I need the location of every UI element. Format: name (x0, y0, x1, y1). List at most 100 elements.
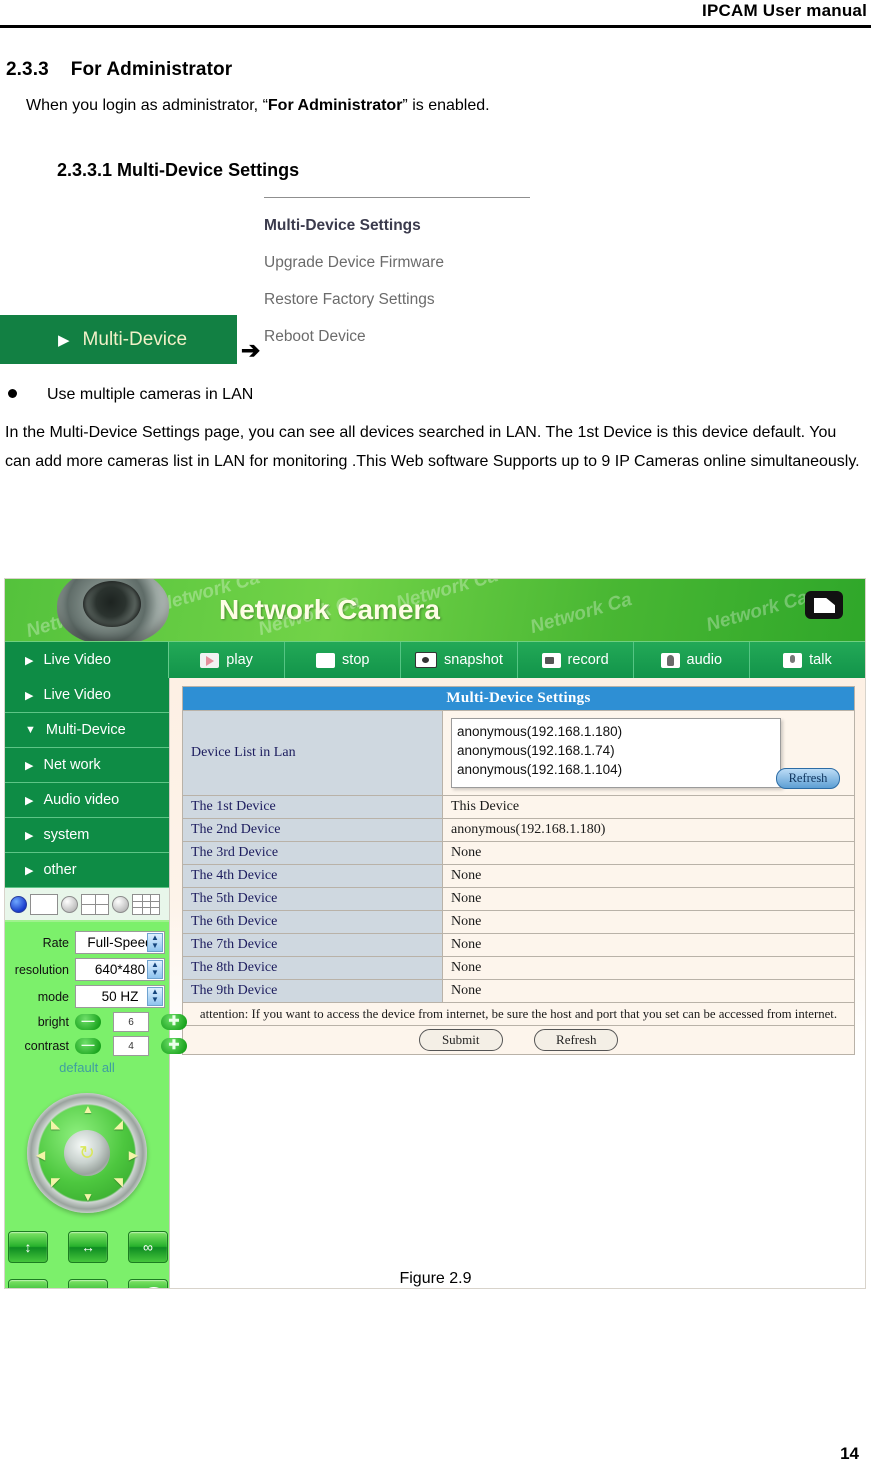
lan-list-item[interactable]: anonymous(192.168.1.180) (457, 722, 775, 741)
mode-select[interactable]: 50 HZ ▲ ▼ (75, 985, 165, 1008)
sidebar-item-label: Live Video (43, 687, 111, 703)
device-row-label: The 1st Device (182, 795, 443, 819)
menu-item-reboot-device[interactable]: Reboot Device (264, 318, 532, 355)
loop-patrol-icon[interactable]: ∞ (128, 1231, 168, 1263)
audio-label: audio (686, 652, 723, 668)
sidebar-item-live-video[interactable]: ▶ Live Video (5, 678, 169, 713)
table-row[interactable]: The 3rd Device None (182, 841, 855, 865)
device-list-label: Device List in Lan (182, 710, 443, 796)
sidebar-item-multi-device[interactable]: ▼ Multi-Device (5, 713, 169, 748)
section-title: For Administrator (70, 59, 233, 80)
device-row-label: The 9th Device (182, 979, 443, 1003)
watermark-text: Network Ca (703, 587, 811, 637)
sidebar-item-audio-video[interactable]: ▶ Audio video (5, 783, 169, 818)
table-row[interactable]: The 2nd Device anonymous(192.168.1.180) (182, 818, 855, 842)
record-label: record (567, 652, 609, 668)
contrast-plus-button[interactable]: ✚ (161, 1038, 187, 1054)
bullet-dot-icon (8, 389, 17, 398)
resolution-select[interactable]: 640*480 ▲ ▼ (75, 958, 165, 981)
horizontal-patrol-icon[interactable]: ↔ (68, 1231, 108, 1263)
menu-fragment: Multi-Device Settings Upgrade Device Fir… (264, 197, 532, 355)
ui-toolbar: ▶ Live Video play stop snapshot record a… (5, 641, 865, 678)
vertical-patrol-icon[interactable]: ↕ (8, 1231, 48, 1263)
device-row-label: The 3rd Device (182, 841, 443, 865)
table-row[interactable]: The 4th Device None (182, 864, 855, 888)
table-row[interactable]: The 7th Device None (182, 933, 855, 957)
ptz-left-icon[interactable]: ◀ (36, 1148, 45, 1162)
sidebar-item-other[interactable]: ▶ other (5, 853, 169, 888)
single-view-icon[interactable] (30, 893, 58, 915)
section-number: 2.3.3 (6, 59, 49, 80)
banner-title: Network Camera (219, 594, 440, 625)
record-icon (541, 652, 561, 668)
stop-button[interactable]: stop (285, 642, 402, 678)
default-all-link[interactable]: default all (9, 1060, 165, 1075)
lan-list-item[interactable]: anonymous(192.168.1.104) (457, 760, 775, 779)
menu-item-restore-factory-settings[interactable]: Restore Factory Settings (264, 281, 532, 318)
fullscreen-icon[interactable] (805, 591, 843, 619)
bullet-label: Use multiple cameras in LAN (47, 386, 254, 403)
contrast-minus-button[interactable]: — (75, 1038, 101, 1054)
table-row[interactable]: The 1st Device This Device (182, 795, 855, 819)
ptz-up-left-icon[interactable]: ◣ (51, 1117, 60, 1131)
ptz-up-icon[interactable]: ▲ (82, 1102, 94, 1116)
play-icon (200, 652, 220, 668)
ptz-dial[interactable]: ▲ ▼ ◀ ▶ ◣ ◢ ◤ ◥ ↻ (27, 1093, 147, 1213)
table-row[interactable]: The 8th Device None (182, 956, 855, 980)
mode-value: 50 HZ (101, 989, 139, 1004)
triangle-down-icon: ▼ (25, 724, 36, 736)
audio-icon (660, 652, 680, 668)
audio-button[interactable]: audio (633, 642, 750, 678)
rate-value: Full-Speed (87, 935, 153, 950)
radio-nine-view[interactable] (112, 895, 129, 913)
lan-device-listbox[interactable]: anonymous(192.168.1.180) anonymous(192.1… (451, 718, 781, 788)
multi-device-tab[interactable]: ▶ Multi-Device (0, 315, 237, 364)
bright-label: bright (37, 1015, 69, 1029)
submit-button[interactable]: Submit (418, 1029, 503, 1051)
device-row-value: None (442, 841, 855, 865)
record-button[interactable]: record (517, 642, 634, 678)
lan-refresh-button[interactable]: Refresh (776, 768, 840, 789)
triangle-right-icon: ▶ (25, 654, 34, 667)
toolbar-live-video-label: Live Video (43, 652, 111, 668)
radio-single-view[interactable] (10, 895, 27, 913)
sidebar-item-network[interactable]: ▶ Net work (5, 748, 169, 783)
refresh-button[interactable]: Refresh (534, 1029, 619, 1051)
lan-list-item[interactable]: anonymous(192.168.1.74) (457, 741, 775, 760)
nine-view-icon[interactable] (132, 893, 160, 915)
play-button[interactable]: play (169, 642, 286, 678)
device-row-value: None (442, 933, 855, 957)
page-header: IPCAM User manual (0, 0, 871, 26)
sidebar-item-system[interactable]: ▶ system (5, 818, 169, 853)
menu-item-multi-device-settings[interactable]: Multi-Device Settings (264, 207, 532, 244)
device-list-row: Device List in Lan anonymous(192.168.1.1… (182, 710, 855, 796)
bright-plus-button[interactable]: ✚ (161, 1014, 187, 1030)
table-row[interactable]: The 6th Device None (182, 910, 855, 934)
ptz-down-right-icon[interactable]: ◥ (114, 1175, 123, 1189)
snapshot-button[interactable]: snapshot (401, 642, 518, 678)
ptz-center-button[interactable]: ↻ (64, 1130, 110, 1176)
contrast-row: contrast — 4 ✚ (9, 1036, 187, 1056)
spinner-icon[interactable]: ▲ ▼ (147, 960, 163, 979)
toolbar-live-video[interactable]: ▶ Live Video (5, 642, 169, 678)
talk-button[interactable]: talk (749, 642, 865, 678)
multi-device-tab-label: Multi-Device (82, 328, 188, 350)
device-row-label: The 4th Device (182, 864, 443, 888)
play-label: play (226, 652, 253, 668)
device-row-label: The 7th Device (182, 933, 443, 957)
table-row[interactable]: The 9th Device None (182, 979, 855, 1003)
attention-row: attention: If you want to access the dev… (182, 1002, 855, 1026)
bright-minus-button[interactable]: — (75, 1014, 101, 1030)
ptz-down-icon[interactable]: ▼ (82, 1190, 94, 1204)
table-row[interactable]: The 5th Device None (182, 887, 855, 911)
device-row-value: None (442, 956, 855, 980)
rate-select[interactable]: Full-Speed ▲ ▼ (75, 931, 165, 954)
ptz-right-icon[interactable]: ▶ (129, 1148, 138, 1162)
four-view-icon[interactable] (81, 893, 109, 915)
ptz-down-left-icon[interactable]: ◤ (51, 1175, 60, 1189)
radio-four-view[interactable] (61, 895, 78, 913)
spinner-icon[interactable]: ▲ ▼ (147, 987, 163, 1006)
ptz-up-right-icon[interactable]: ◢ (114, 1117, 123, 1131)
menu-item-upgrade-device-firmware[interactable]: Upgrade Device Firmware (264, 244, 532, 281)
spinner-icon[interactable]: ▲ ▼ (147, 933, 163, 952)
